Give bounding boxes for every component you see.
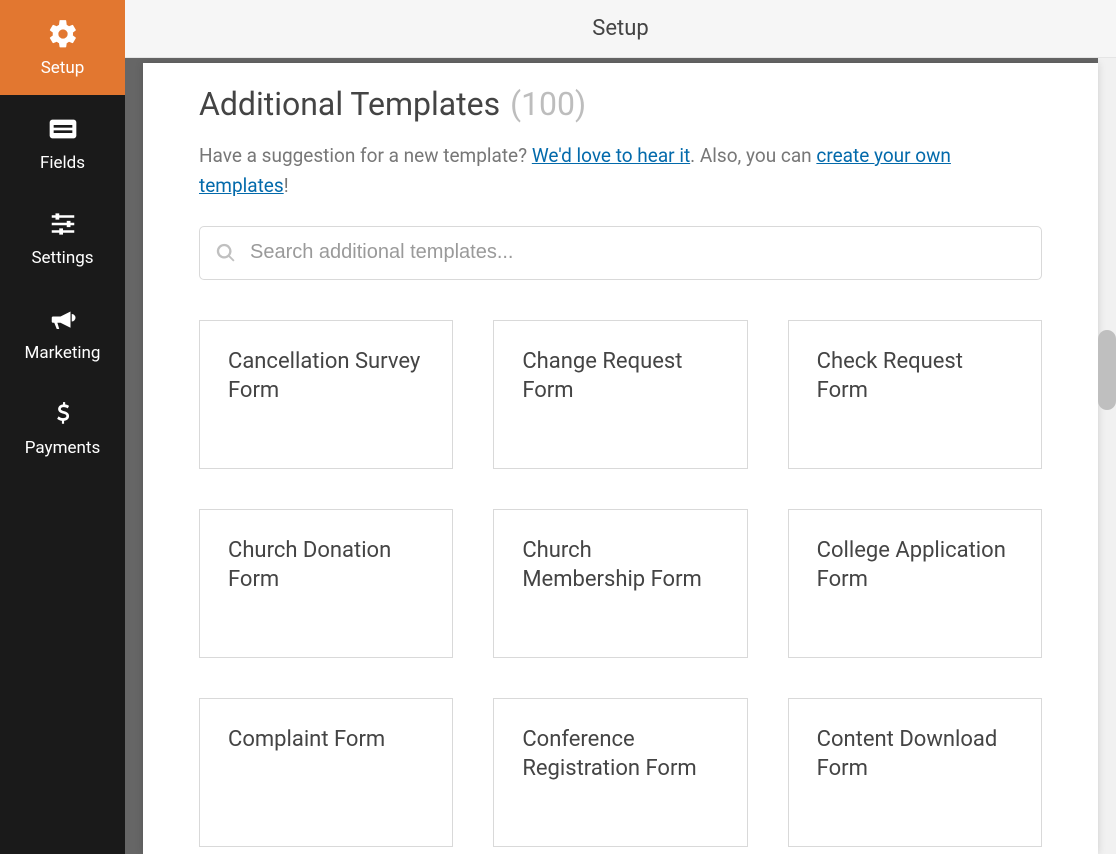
topbar: Setup xyxy=(125,0,1116,58)
sidebar-item-settings[interactable]: Settings xyxy=(0,190,125,285)
sidebar-item-label: Marketing xyxy=(25,343,101,363)
template-card[interactable]: Check Request Form xyxy=(788,320,1042,469)
sidebar-item-label: Fields xyxy=(40,153,85,173)
main-area: Setup Additional Templates (100) Have a … xyxy=(125,0,1116,854)
sidebar-item-fields[interactable]: Fields xyxy=(0,95,125,190)
heading: Additional Templates xyxy=(199,85,500,123)
page-title: Setup xyxy=(592,16,648,41)
template-card[interactable]: Complaint Form xyxy=(199,698,453,847)
template-card[interactable]: Change Request Form xyxy=(493,320,747,469)
template-title: Change Request Form xyxy=(522,347,718,406)
template-card[interactable]: Church Donation Form xyxy=(199,509,453,658)
template-card[interactable]: Conference Registration Form xyxy=(493,698,747,847)
suggestion-link[interactable]: We'd love to hear it xyxy=(532,144,690,167)
sidebar-item-marketing[interactable]: Marketing xyxy=(0,285,125,380)
template-card[interactable]: Content Download Form xyxy=(788,698,1042,847)
template-count: (100) xyxy=(510,85,586,123)
sliders-icon xyxy=(47,208,79,240)
template-title: Church Donation Form xyxy=(228,536,424,595)
search-icon xyxy=(215,242,237,264)
template-title: Content Download Form xyxy=(817,725,1013,784)
dollar-icon xyxy=(47,398,79,430)
scrollbar-thumb[interactable] xyxy=(1098,330,1116,410)
template-title: Church Membership Form xyxy=(522,536,718,595)
sidebar-item-label: Settings xyxy=(31,248,93,268)
template-card[interactable]: Church Membership Form xyxy=(493,509,747,658)
intro-part: Have a suggestion for a new template? xyxy=(199,144,532,167)
panel-wrap: Additional Templates (100) Have a sugges… xyxy=(125,58,1116,854)
template-title: Complaint Form xyxy=(228,725,424,755)
sidebar-item-payments[interactable]: Payments xyxy=(0,380,125,475)
template-card[interactable]: Cancellation Survey Form xyxy=(199,320,453,469)
gear-icon xyxy=(47,18,79,50)
bullhorn-icon xyxy=(47,303,79,335)
card-icon xyxy=(47,113,79,145)
sidebar-item-setup[interactable]: Setup xyxy=(0,0,125,95)
sidebar-item-label: Payments xyxy=(25,438,100,458)
template-title: Check Request Form xyxy=(817,347,1013,406)
templates-grid: Cancellation Survey Form Change Request … xyxy=(199,320,1042,847)
template-title: College Application Form xyxy=(817,536,1013,595)
template-title: Conference Registration Form xyxy=(522,725,718,784)
sidebar: Setup Fields Settings Marketing Payments xyxy=(0,0,125,854)
intro-part: ! xyxy=(284,174,289,197)
sidebar-item-label: Setup xyxy=(41,58,85,78)
search-wrap xyxy=(199,226,1042,280)
intro-part: . Also, you can xyxy=(690,144,816,167)
templates-panel: Additional Templates (100) Have a sugges… xyxy=(143,63,1098,854)
intro-text: Have a suggestion for a new template? We… xyxy=(199,141,1042,202)
search-input[interactable] xyxy=(199,226,1042,280)
template-card[interactable]: College Application Form xyxy=(788,509,1042,658)
heading-row: Additional Templates (100) xyxy=(199,85,1042,123)
template-title: Cancellation Survey Form xyxy=(228,347,424,406)
